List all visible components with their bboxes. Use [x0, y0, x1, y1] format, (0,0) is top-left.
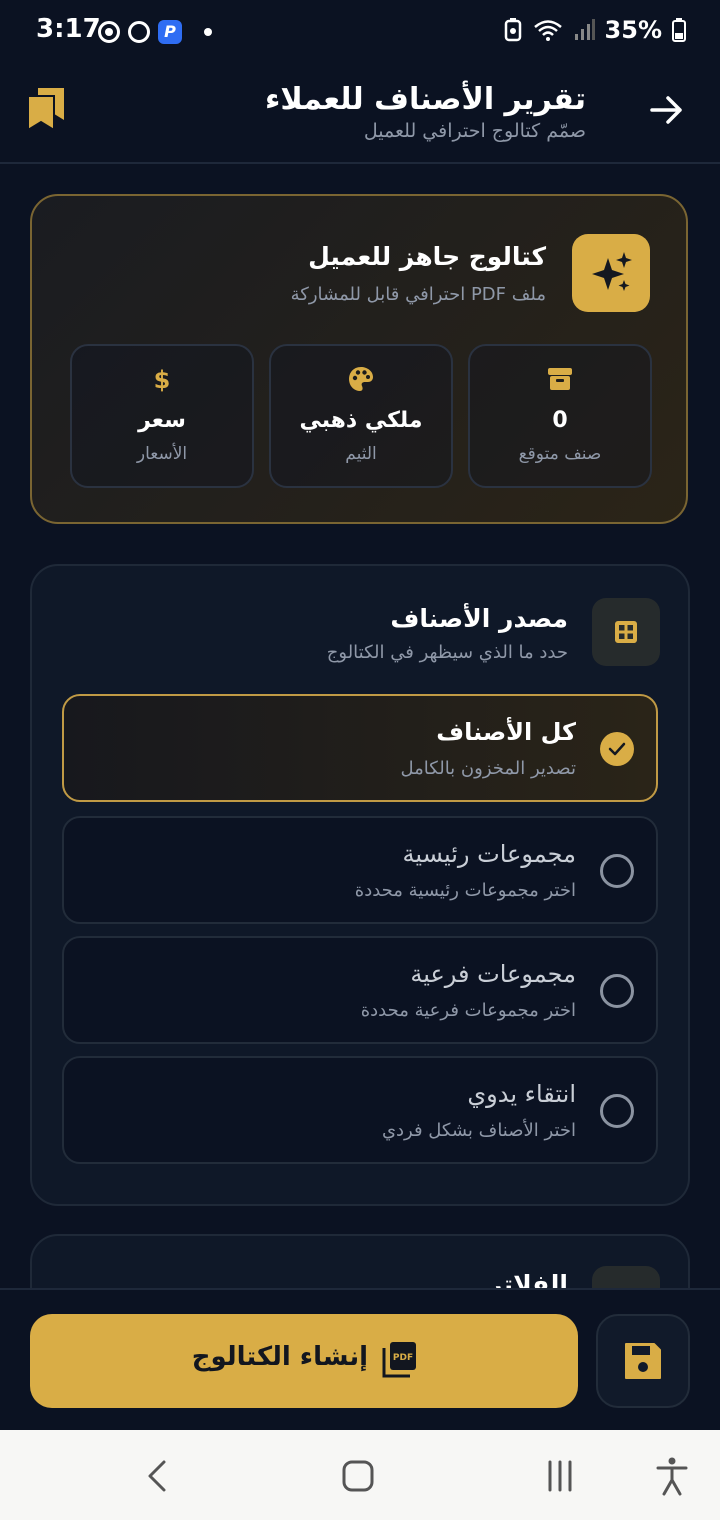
option-title: كل الأصناف — [436, 718, 576, 746]
accessibility-icon[interactable] — [650, 1454, 694, 1498]
grid-icon — [615, 621, 637, 643]
option-main-groups[interactable]: مجموعات رئيسية اختر مجموعات رئيسية محددة — [62, 816, 658, 924]
check-circle-icon[interactable] — [600, 732, 634, 766]
nav-back-icon[interactable] — [136, 1454, 180, 1498]
option-title: انتقاء يدوي — [467, 1080, 576, 1108]
create-catalog-button[interactable]: PDF إنشاء الكتالوج — [30, 1314, 578, 1408]
stat-label: الثيم — [345, 444, 377, 464]
battery-saver-icon — [504, 18, 521, 42]
hero-title: كتالوج جاهز للعميل — [308, 242, 546, 271]
notification-icons: P — [98, 20, 212, 44]
option-subtitle: اختر مجموعات فرعية محددة — [360, 1000, 576, 1021]
page-subtitle: صمّم كتالوج احترافي للعميل — [363, 120, 586, 142]
stat-value: سعر — [138, 408, 186, 433]
option-title: مجموعات فرعية — [410, 960, 576, 988]
archive-icon — [470, 366, 650, 396]
stat-expected-items: 0 صنف متوقع — [468, 344, 652, 488]
save-icon — [625, 1343, 661, 1379]
status-time: 3:17 — [36, 14, 101, 44]
stat-label: صنف متوقع — [518, 444, 602, 464]
page-title: تقرير الأصناف للعملاء — [265, 82, 586, 117]
pdf-icon-text: PDF — [393, 1353, 413, 1363]
stat-value: ملكي ذهبي — [299, 408, 423, 433]
nav-home-icon[interactable] — [336, 1454, 380, 1498]
option-subtitle: اختر الأصناف بشكل فردي — [381, 1120, 576, 1141]
catalog-summary-card: كتالوج جاهز للعميل ملف PDF احترافي قابل … — [30, 194, 688, 524]
record-icon — [98, 21, 120, 43]
source-subtitle: حدد ما الذي سيظهر في الكتالوج — [326, 642, 568, 663]
nav-recents-icon[interactable] — [538, 1454, 582, 1498]
whatsapp-icon — [128, 21, 150, 43]
battery-percent: 35% — [604, 16, 662, 44]
back-arrow-icon[interactable] — [646, 90, 686, 130]
stat-prices: $ سعر الأسعار — [70, 344, 254, 488]
system-navigation-bar — [0, 1430, 720, 1520]
option-subtitle: اختر مجموعات رئيسية محددة — [354, 880, 576, 901]
battery-icon — [672, 18, 686, 42]
app-p-icon: P — [158, 20, 182, 44]
system-icons: 35% — [503, 16, 686, 44]
create-catalog-label: إنشاء الكتالوج — [191, 1342, 368, 1372]
app-header: تقرير الأصناف للعملاء صمّم كتالوج احتراف… — [0, 66, 720, 164]
palette-icon — [271, 366, 451, 396]
source-title: مصدر الأصناف — [390, 604, 568, 633]
more-notifications-dot — [204, 28, 212, 36]
wifi-icon — [533, 20, 562, 41]
option-subtitle: تصدير المخزون بالكامل — [400, 758, 576, 779]
items-source-card: مصدر الأصناف حدد ما الذي سيظهر في الكتال… — [30, 564, 690, 1206]
hero-subtitle: ملف PDF احترافي قابل للمشاركة — [290, 284, 546, 305]
bottom-action-bar: PDF إنشاء الكتالوج — [0, 1288, 720, 1432]
option-manual-pick[interactable]: انتقاء يدوي اختر الأصناف بشكل فردي — [62, 1056, 658, 1164]
option-all-items[interactable]: كل الأصناف تصدير المخزون بالكامل — [62, 694, 658, 802]
sparkles-icon-tile — [572, 234, 650, 312]
option-title: مجموعات رئيسية — [402, 840, 576, 868]
radio-circle-icon[interactable] — [600, 854, 634, 888]
bookmarks-icon[interactable] — [26, 86, 66, 132]
radio-circle-icon[interactable] — [600, 1094, 634, 1128]
stat-value: 0 — [552, 408, 568, 433]
grid-icon-tile — [592, 598, 660, 666]
pdf-icon: PDF — [382, 1342, 416, 1378]
sparkles-icon — [592, 252, 632, 291]
radio-circle-icon[interactable] — [600, 974, 634, 1008]
status-bar: 3:17 P 35% — [0, 0, 720, 66]
option-sub-groups[interactable]: مجموعات فرعية اختر مجموعات فرعية محددة — [62, 936, 658, 1044]
save-button[interactable] — [596, 1314, 690, 1408]
stat-label: الأسعار — [136, 444, 188, 464]
signal-icon — [574, 19, 595, 40]
dollar-icon: $ — [153, 366, 171, 394]
stat-theme: ملكي ذهبي الثيم — [269, 344, 453, 488]
